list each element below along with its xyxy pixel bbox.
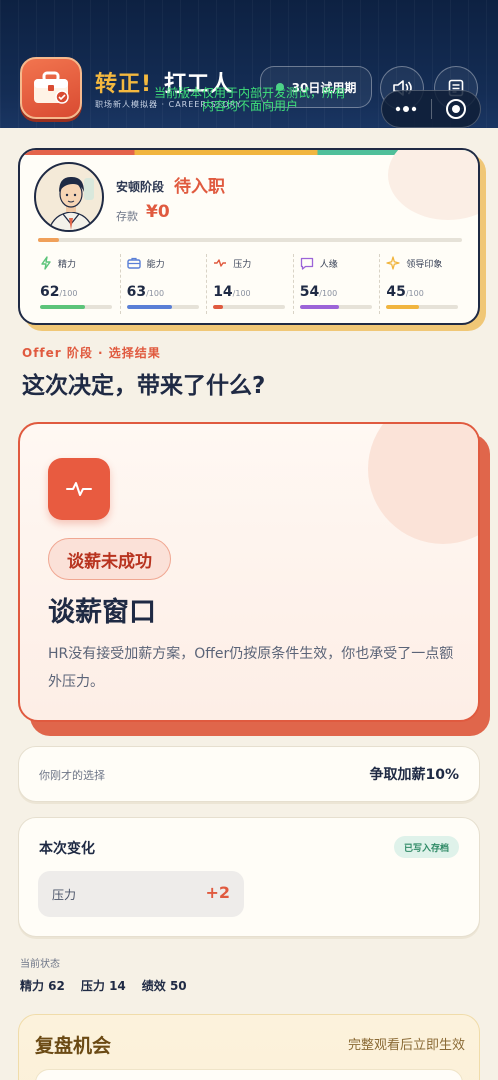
stat-value: 54 <box>299 284 320 300</box>
section-eyebrow: Offer 阶段 · 选择结果 <box>22 346 161 360</box>
savings-value: ¥0 <box>146 202 170 222</box>
stage-progress-bar <box>38 238 462 242</box>
saved-badge: 已写入存档 <box>393 836 459 858</box>
header-divider <box>0 128 498 134</box>
savings-label: 存款 <box>116 210 138 223</box>
stat-max: /100 <box>232 289 251 298</box>
stat-energy: 精力 62/100 <box>34 254 120 314</box>
stats-row: 精力 62/100 能力 63/100 压力 14/100 人缘 54/100 … <box>34 254 466 314</box>
dev-notice: 当前版本仅用于内部开发测试，所有内容均不面向用户 <box>153 86 346 113</box>
stat-name: 能力 <box>146 259 165 270</box>
stage-label: 安顿阶段 <box>116 180 165 194</box>
stat-bar <box>213 305 286 309</box>
result-status-badge: 谈薪未成功 <box>48 538 171 580</box>
close-miniapp-button[interactable] <box>431 90 480 128</box>
current-state-item: 绩效 50 <box>141 979 187 993</box>
review-watch-area[interactable] <box>35 1069 463 1080</box>
stat-value: 45 <box>386 284 406 300</box>
stat-bar <box>126 305 199 309</box>
stage-value: 待入职 <box>174 177 225 197</box>
stat-bar-fill <box>40 305 85 309</box>
change-item-name: 压力 <box>52 888 77 902</box>
current-state-item: 精力 62 <box>20 979 65 993</box>
change-item-delta: +2 <box>205 883 230 902</box>
stat-boss-impression: 领导印象 45/100 <box>379 254 466 314</box>
stat-bar <box>386 305 459 309</box>
target-icon <box>445 99 466 119</box>
stat-bar <box>40 305 112 309</box>
stat-ability: 能力 63/100 <box>119 254 207 314</box>
pulse-icon <box>66 482 92 496</box>
app-header: 转正! 打工人 职场新人模拟器 · CAREER STORY 30日试用期 当前版… <box>0 0 498 134</box>
stat-max: /100 <box>319 289 338 298</box>
stat-pressure: 压力 14/100 <box>206 254 293 314</box>
stat-max: /100 <box>59 289 78 298</box>
more-dots-icon <box>396 106 417 112</box>
briefcase-logo-icon <box>20 57 82 119</box>
sparkle-icon <box>386 256 401 270</box>
stat-value: 62 <box>40 284 60 300</box>
current-state-row: 精力 62 压力 14 绩效 50 <box>20 977 187 994</box>
stat-name: 精力 <box>58 259 77 270</box>
avatar <box>34 162 104 232</box>
current-state-label: 当前状态 <box>20 959 60 970</box>
stage-progress-fill <box>38 238 60 242</box>
choice-value: 争取加薪10% <box>369 767 459 783</box>
page-title: 这次决定，带来了什么? <box>22 373 266 399</box>
stat-name: 人缘 <box>319 259 338 270</box>
review-title: 复盘机会 <box>35 1035 112 1057</box>
stat-bar-fill <box>386 305 419 309</box>
stat-popularity: 人缘 54/100 <box>292 254 380 314</box>
changes-card: 本次变化 已写入存档 压力 +2 <box>18 817 480 937</box>
stat-bar-fill <box>299 305 339 309</box>
stat-bar-fill <box>213 305 224 309</box>
decorative-blob <box>368 424 478 544</box>
more-button[interactable] <box>382 90 431 128</box>
current-state-item: 压力 14 <box>80 979 126 993</box>
miniapp-capsule[interactable] <box>381 90 481 128</box>
result-description: HR没有接受加薪方案，Offer仍按原条件生效，你也承受了一点额外压力。 <box>48 646 454 690</box>
stat-value: 63 <box>126 284 147 300</box>
result-card: 谈薪未成功 谈薪窗口 HR没有接受加薪方案，Offer仍按原条件生效，你也承受了… <box>18 422 480 722</box>
stat-bar-fill <box>126 305 172 309</box>
stat-max: /100 <box>146 289 165 298</box>
chat-icon <box>300 257 313 270</box>
changes-title: 本次变化 <box>39 841 95 857</box>
stat-max: /100 <box>405 289 424 298</box>
stat-bar <box>299 305 372 309</box>
briefcase-icon <box>126 257 141 269</box>
stat-name: 压力 <box>233 259 252 270</box>
stat-name: 领导印象 <box>406 259 443 270</box>
result-title: 谈薪窗口 <box>48 597 156 628</box>
stat-value: 14 <box>213 284 233 300</box>
choice-card: 你刚才的选择 争取加薪10% <box>18 746 480 802</box>
review-card[interactable]: 复盘机会 完整观看后立即生效 <box>18 1014 480 1080</box>
result-icon-tile <box>48 458 110 520</box>
status-card: 安顿阶段 待入职 存款 ¥0 精力 62/100 能力 63/100 压力 14… <box>18 148 480 325</box>
change-item: 压力 +2 <box>38 871 244 917</box>
app-title-main: 转正! <box>95 72 153 97</box>
pulse-icon <box>214 259 227 267</box>
review-hint: 完整观看后立即生效 <box>347 1038 465 1053</box>
choice-label: 你刚才的选择 <box>39 769 105 782</box>
energy-icon <box>41 256 51 270</box>
decorative-blob <box>388 150 478 220</box>
